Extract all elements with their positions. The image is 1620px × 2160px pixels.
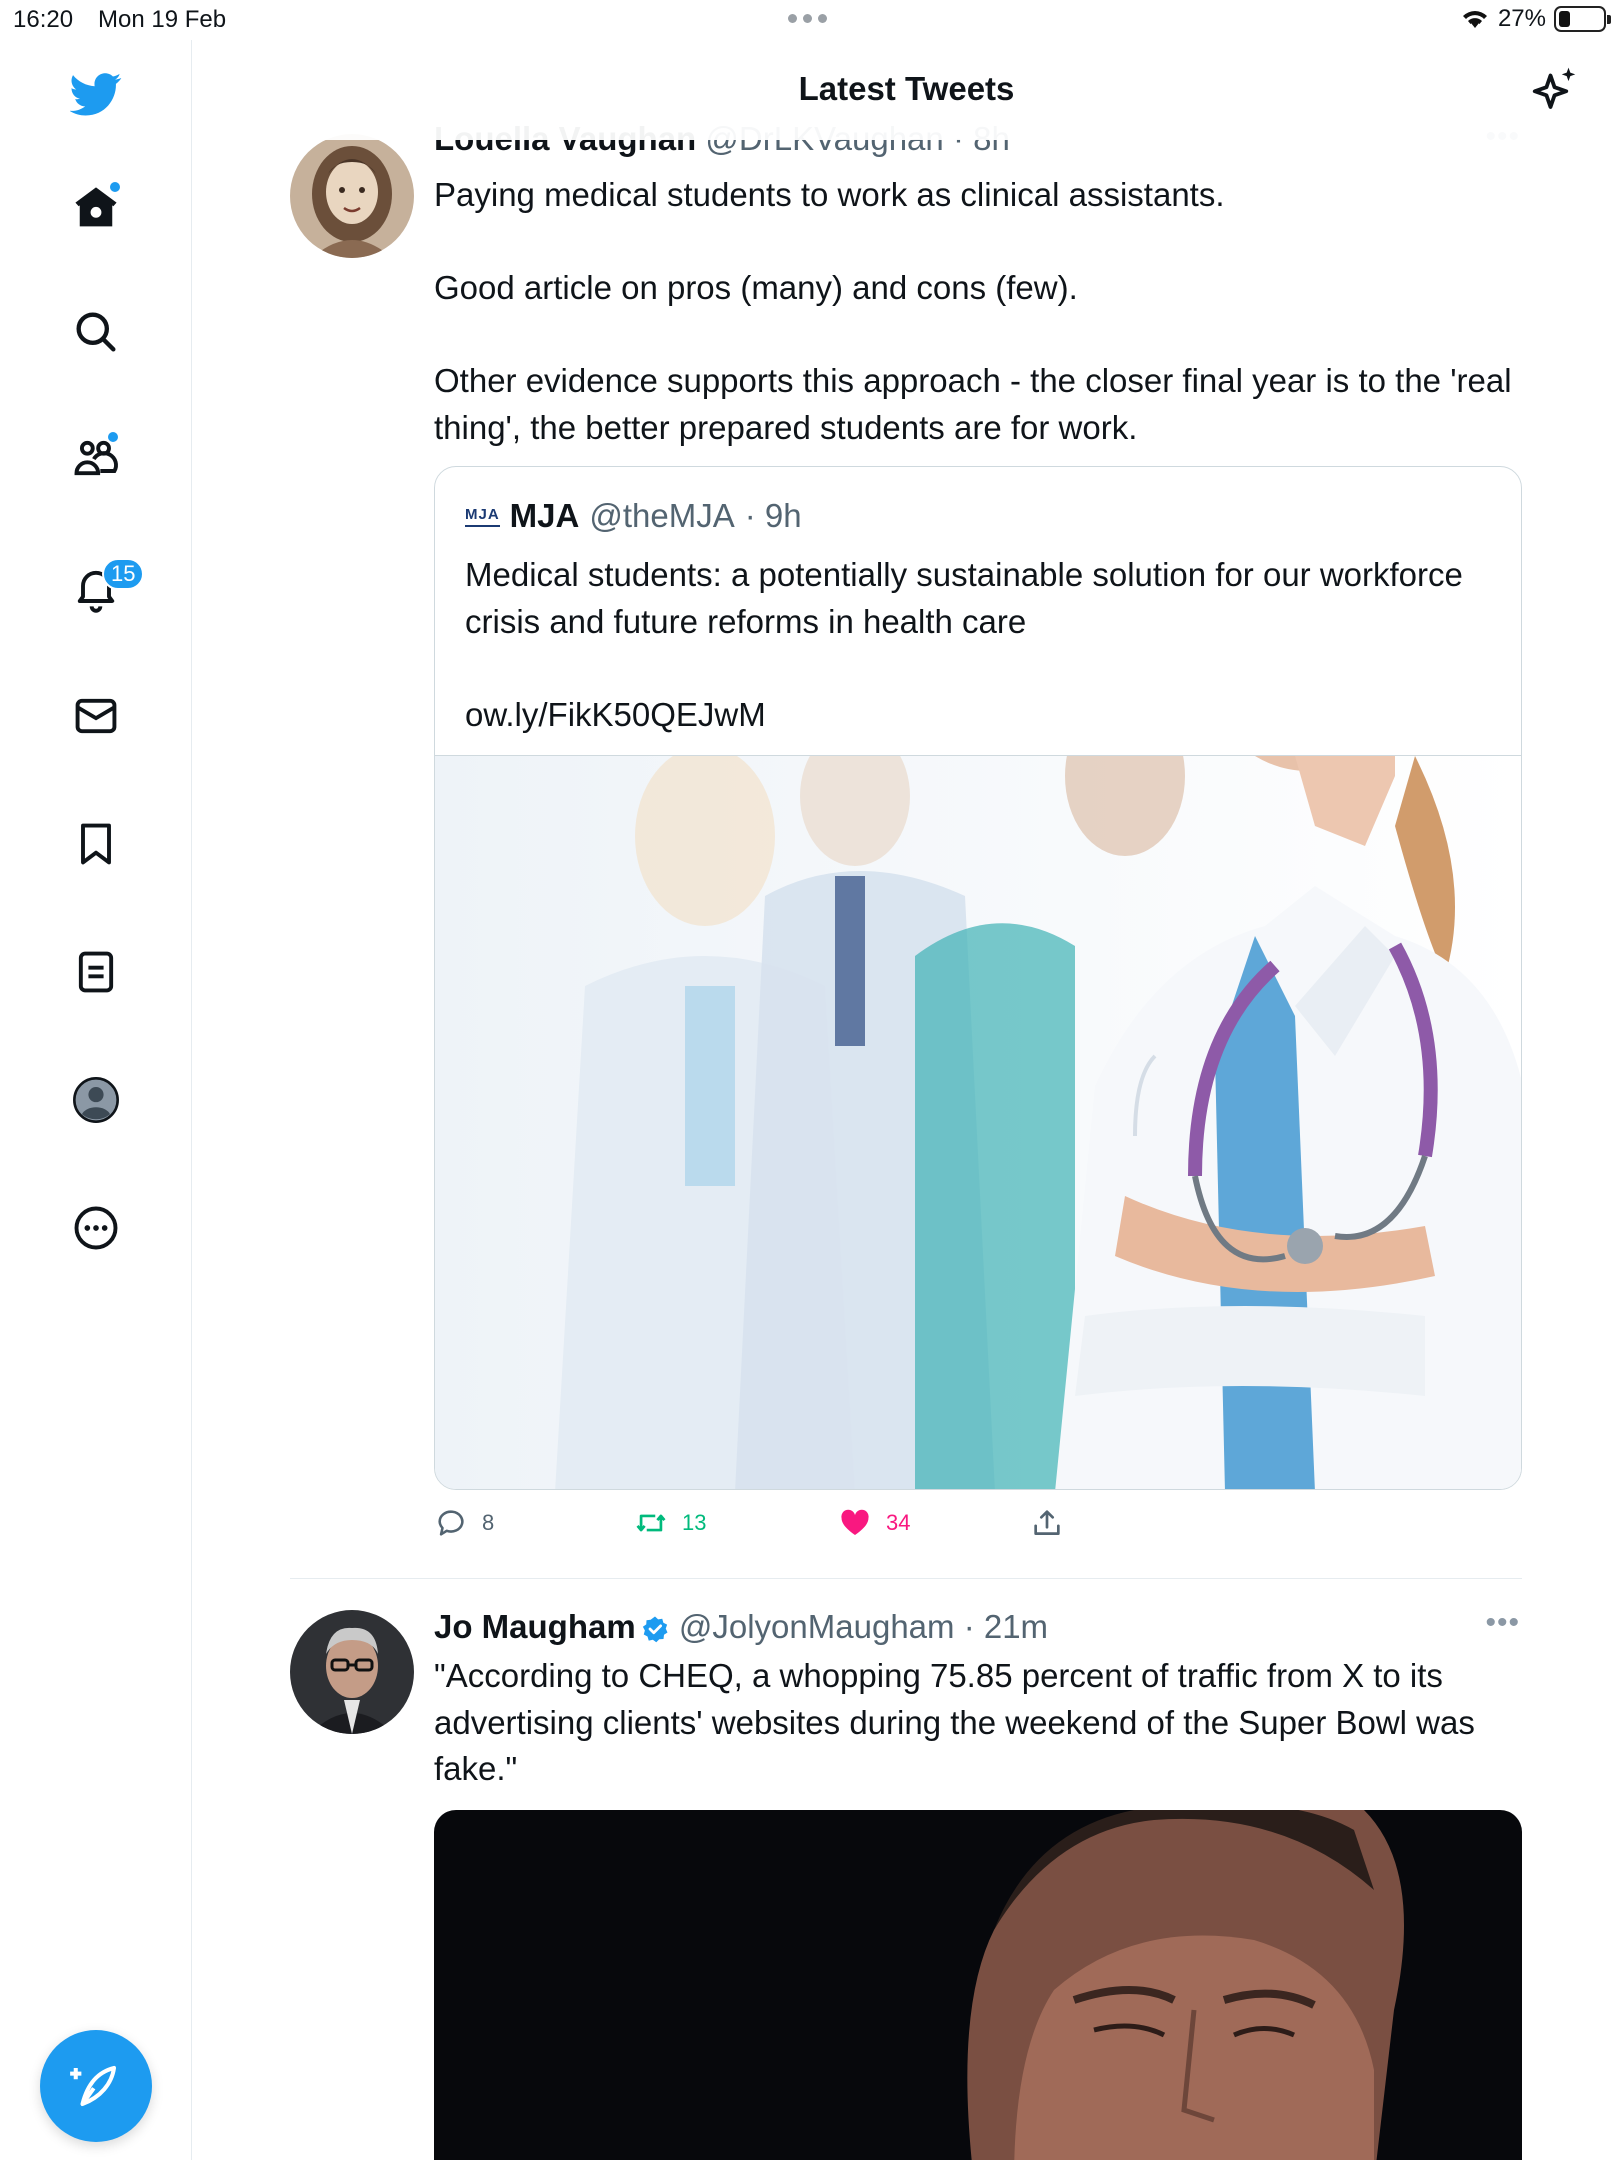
quoted-tweet-text: Medical students: a potentially sustaina…: [465, 556, 1463, 733]
page-title: Latest Tweets: [798, 70, 1015, 107]
quoted-tweet-header: MJA MJA @theMJA · 9h: [465, 497, 802, 535]
communities-icon[interactable]: [66, 428, 126, 488]
twitter-logo-icon[interactable]: [66, 64, 126, 124]
tweet-image[interactable]: [434, 1810, 1522, 2160]
heart-filled-icon: [841, 1509, 869, 1536]
author-handle[interactable]: @JolyonMaugham: [679, 1608, 955, 1645]
compose-tweet-icon: [70, 2065, 117, 2107]
tweet[interactable]: Louella Vaughan @DrLKVaughan · 8h ••• Pa…: [290, 120, 1522, 1580]
quoted-author-handle: @theMJA: [589, 497, 735, 534]
quoted-tweet[interactable]: MJA MJA @theMJA · 9h Medical students: a…: [434, 466, 1522, 1490]
quoted-author-name: MJA: [509, 497, 580, 534]
profile-avatar-icon[interactable]: [66, 1070, 126, 1130]
bookmark-icon[interactable]: [66, 814, 126, 874]
more-options-icon[interactable]: [66, 1198, 126, 1258]
timeline-feed[interactable]: Louella Vaughan @DrLKVaughan · 8h ••• Pa…: [193, 0, 1620, 2160]
reply-button[interactable]: 8: [434, 1506, 494, 1540]
tweet[interactable]: Jo Maugham @JolyonMaugham · 21m ••• "Acc…: [290, 1596, 1522, 2160]
share-button[interactable]: [1030, 1506, 1064, 1540]
quoted-tweet-image[interactable]: [435, 696, 1521, 1489]
home-unread-dot: [108, 180, 122, 194]
share-icon: [1034, 1510, 1060, 1535]
search-icon[interactable]: [66, 302, 126, 362]
tweet-actions: 8 13 34: [434, 1506, 1522, 1546]
author-name[interactable]: Jo Maugham: [434, 1608, 636, 1645]
user-avatar[interactable]: [290, 134, 414, 258]
reply-count: 8: [482, 1510, 495, 1535]
tweet-text: Paying medical students to work as clini…: [434, 176, 1512, 446]
communities-unread-dot: [106, 430, 120, 444]
timeline-header: Latest Tweets: [193, 40, 1620, 140]
sparkle-icon[interactable]: [1528, 62, 1582, 116]
like-button[interactable]: 34: [838, 1506, 910, 1540]
sidebar: 15: [0, 40, 192, 2160]
tweet-text: "According to CHEQ, a whopping 75.85 per…: [434, 1657, 1485, 1787]
tweet-header: Jo Maugham @JolyonMaugham · 21m: [434, 1608, 1048, 1646]
notifications-count-badge: 15: [102, 558, 145, 590]
tweet-more-icon[interactable]: •••: [1485, 1606, 1520, 1640]
messages-envelope-icon[interactable]: [66, 686, 126, 746]
reply-icon: [438, 1510, 464, 1536]
retweet-button[interactable]: 13: [634, 1506, 706, 1540]
retweet-icon: [636, 1514, 666, 1532]
lists-icon[interactable]: [66, 942, 126, 1002]
compose-tweet-button[interactable]: [40, 2030, 152, 2142]
home-icon[interactable]: [66, 178, 126, 238]
user-avatar[interactable]: [290, 1610, 414, 1734]
tweet-time[interactable]: · 21m: [964, 1608, 1048, 1645]
status-time: 16:20: [13, 6, 74, 33]
quoted-tweet-time: · 9h: [744, 497, 802, 534]
notifications-bell-icon[interactable]: 15: [66, 558, 145, 618]
verified-badge-icon: [642, 1616, 668, 1643]
retweet-count: 13: [682, 1510, 707, 1535]
mja-logo: MJA: [465, 506, 500, 527]
tweet-divider: [290, 1578, 1522, 1579]
like-count: 34: [886, 1510, 911, 1535]
